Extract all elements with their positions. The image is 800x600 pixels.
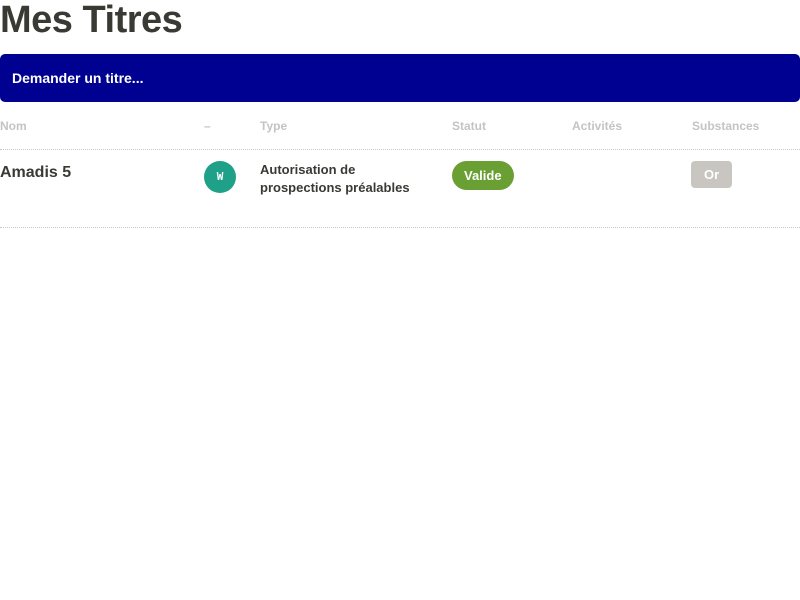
- page-title: Mes Titres: [0, 0, 183, 41]
- domain-badge: W: [204, 161, 236, 193]
- request-title-button[interactable]: Demander un titre...: [0, 54, 800, 102]
- header-type[interactable]: Type: [260, 119, 287, 133]
- titles-table: Nom – Type Statut Activités Substances A…: [0, 102, 800, 228]
- header-nom[interactable]: Nom: [0, 119, 27, 133]
- header-domaine[interactable]: –: [204, 119, 211, 133]
- table-header-row: Nom – Type Statut Activités Substances: [0, 102, 800, 150]
- header-statut[interactable]: Statut: [452, 119, 486, 133]
- page: Mes Titres Demander un titre... Nom – Ty…: [0, 0, 800, 600]
- status-badge: Valide: [452, 161, 514, 190]
- title-name[interactable]: Amadis 5: [0, 164, 71, 182]
- header-substances[interactable]: Substances: [692, 119, 759, 133]
- table-row[interactable]: Amadis 5 W Autorisation de prospections …: [0, 150, 800, 228]
- title-type: Autorisation de prospections préalables: [260, 162, 410, 195]
- header-activites[interactable]: Activités: [572, 119, 622, 133]
- substance-tag: Or: [691, 161, 733, 188]
